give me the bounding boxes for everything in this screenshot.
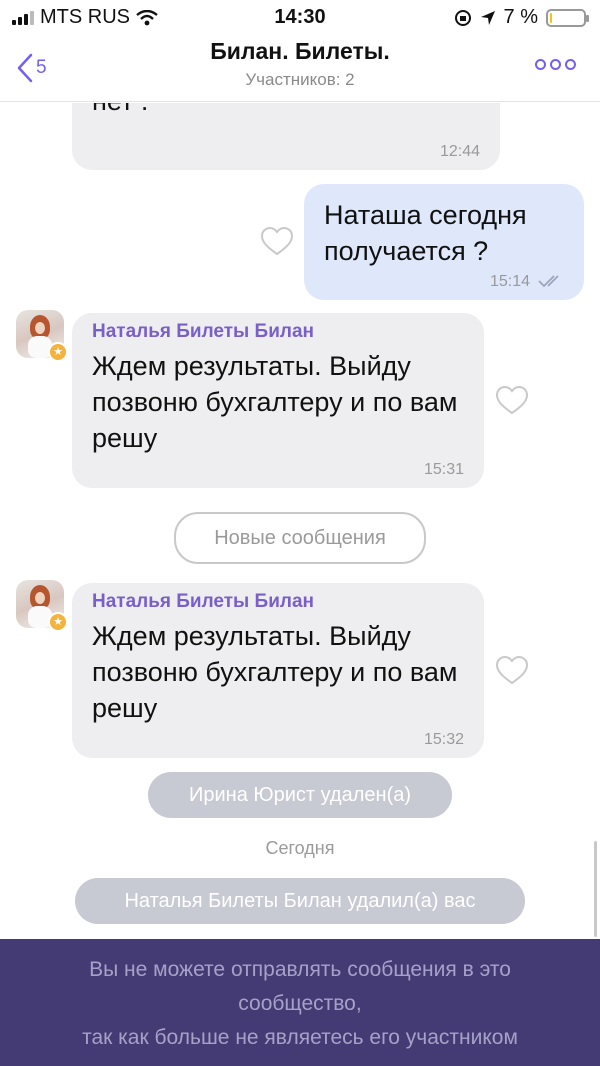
outgoing-message[interactable]: Наташа сегодня получается ? 15:14 — [304, 184, 584, 300]
incoming-message[interactable]: Наталья Билеты Билан Ждем результаты. Вы… — [72, 583, 484, 758]
sender-name[interactable]: Наталья Билеты Билан — [92, 591, 314, 613]
chat-header: 5 Билан. Билеты. Участников: 2 — [0, 34, 600, 102]
you-removed-notice: Наталья Билеты Билан удалил(а) вас — [75, 878, 525, 924]
status-bar: MTS RUS 14:30 7 % — [0, 0, 600, 34]
heart-icon[interactable] — [260, 227, 294, 257]
message-text: Ждем результаты. Выйду позвоню бухгалтер… — [92, 351, 458, 453]
message-text: Ждем результаты. Выйду позвоню бухгалтер… — [92, 621, 458, 723]
battery-icon — [546, 8, 589, 27]
banner-line-2: сообщество, — [238, 992, 362, 1015]
incoming-message[interactable]: Наталья Билеты Билан Ждем результаты. Вы… — [72, 313, 484, 488]
new-messages-divider: Новые сообщения — [174, 512, 426, 564]
avatar[interactable]: ★ — [16, 310, 68, 362]
message-text: нет . — [92, 103, 148, 119]
scrollbar[interactable] — [594, 841, 597, 937]
sender-name[interactable]: Наталья Билеты Билан — [92, 321, 314, 343]
double-check-icon — [538, 275, 559, 288]
chat-title[interactable]: Билан. Билеты. — [0, 38, 600, 65]
message-time: 15:14 — [489, 273, 530, 290]
star-badge-icon: ★ — [48, 342, 68, 362]
read-only-banner: Вы не можете отправлять сообщения в это … — [0, 939, 600, 1066]
star-badge-icon: ★ — [48, 612, 68, 632]
heart-icon[interactable] — [495, 656, 529, 686]
message-time: 15:32 — [423, 731, 464, 748]
message-text: Наташа сегодня получается ? — [324, 200, 527, 266]
incoming-message[interactable]: нет . 12:44 — [72, 103, 500, 170]
message-list[interactable]: нет . 12:44 Наташа сегодня получается ? … — [0, 103, 600, 939]
heart-icon[interactable] — [495, 386, 529, 416]
message-time: 12:44 — [439, 143, 480, 160]
member-removed-notice: Ирина Юрист удален(а) — [148, 772, 452, 818]
location-arrow-icon — [480, 10, 495, 25]
orientation-lock-icon — [454, 9, 471, 26]
message-time: 15:31 — [423, 461, 464, 478]
banner-line-3: так как больше не являетесь его участник… — [82, 1026, 518, 1049]
participants-count: Участников: 2 — [245, 70, 355, 89]
more-dots-icon[interactable] — [535, 59, 576, 70]
battery-percent: 7 % — [503, 6, 538, 28]
status-right: 7 % — [454, 6, 589, 29]
banner-line-1: Вы не можете отправлять сообщения в это — [89, 958, 511, 981]
avatar[interactable]: ★ — [16, 580, 68, 632]
date-divider: Сегодня — [265, 838, 335, 858]
